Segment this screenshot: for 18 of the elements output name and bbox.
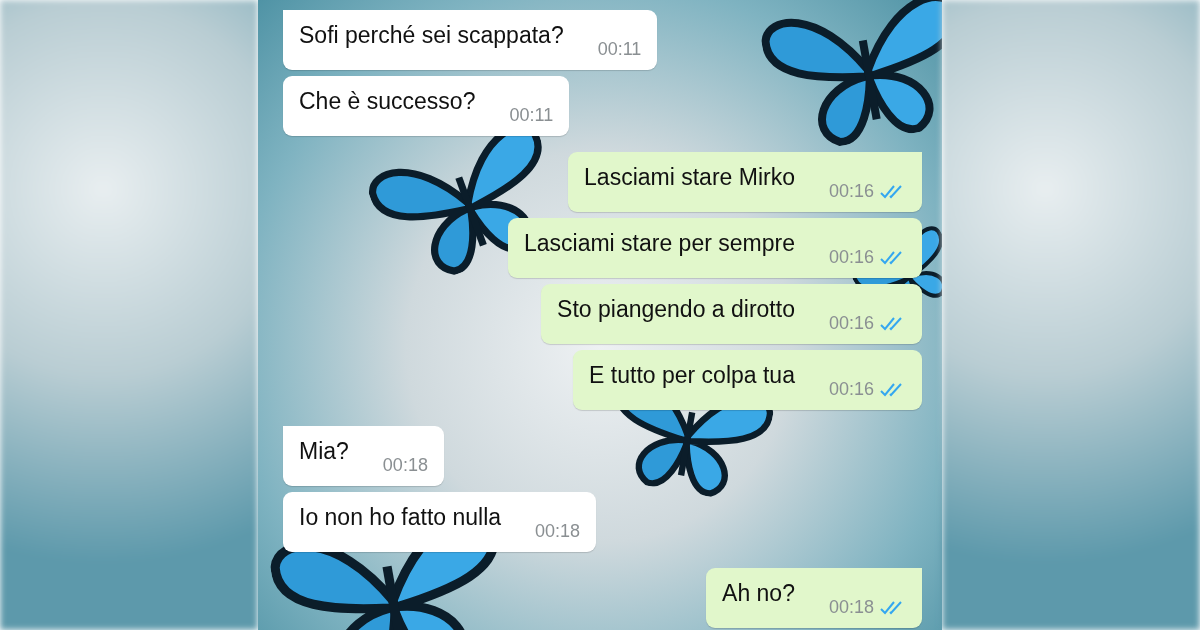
message-time: 00:16: [828, 379, 874, 400]
message-time: 00:18: [382, 455, 428, 476]
message-text: Che è successo?: [299, 88, 476, 115]
message-time: 00:18: [828, 597, 874, 618]
message-text: Ah no?: [722, 580, 795, 607]
message-time: 00:11: [597, 39, 642, 60]
message-text: Lasciami stare per sempre: [523, 230, 795, 257]
message-time: 00:16: [828, 181, 874, 202]
message-text: Lasciami stare Mirko: [584, 164, 795, 191]
message-text: Sofi perché sei scappata?: [299, 22, 564, 49]
message-text: E tutto per colpa tua: [589, 362, 795, 389]
message-time: 00:11: [509, 105, 554, 126]
message-text: Io non ho fatto nulla: [299, 504, 502, 531]
message-text: Mia?: [299, 438, 349, 465]
message-time: 00:16: [828, 313, 874, 334]
message-time: 00:16: [828, 247, 874, 268]
message-time: 00:18: [535, 521, 581, 542]
message-text: Sto piangendo a dirotto: [557, 296, 795, 323]
